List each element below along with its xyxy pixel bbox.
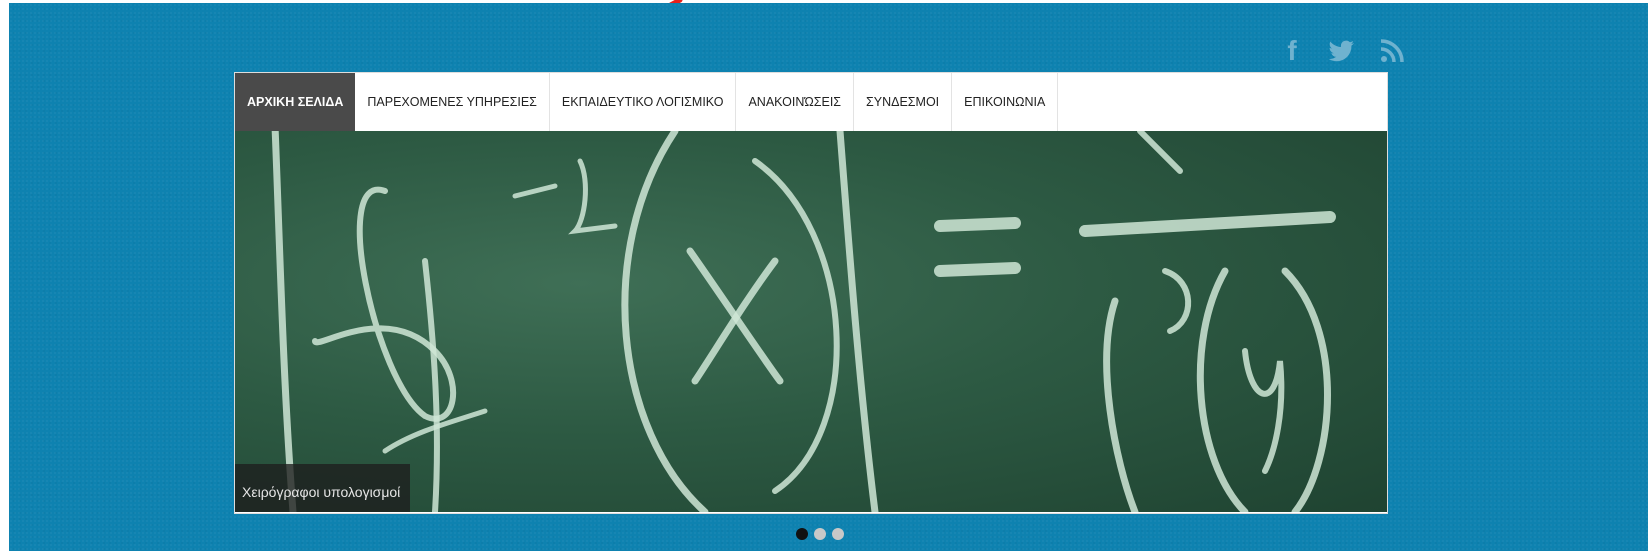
menu-item-services[interactable]: ΠΑΡΕΧΟΜΕΝΕΣ ΥΠΗΡΕΣΙΕΣ [355,73,550,131]
page: f ΑΡΧΙΚΗ ΣΕΛΙΔΑ ΠΑΡΕΧΟΜΕΝΕΣ ΥΠΗΡΕΣΙΕΣ ΕΚ… [0,0,1648,551]
main-menu: ΑΡΧΙΚΗ ΣΕΛΙΔΑ ΠΑΡΕΧΟΜΕΝΕΣ ΥΠΗΡΕΣΙΕΣ ΕΚΠΑ… [235,73,1387,131]
slide-caption: Χειρόγραφοι υπολογισμοί [235,464,411,512]
slider-dot[interactable] [832,528,844,540]
menu-item-educational-software[interactable]: ΕΚΠΑΙΔΕΥΤΙΚΟ ΛΟΓΙΣΜΙΚΟ [550,73,737,131]
rss-icon[interactable] [1379,38,1405,64]
facebook-icon[interactable]: f [1279,37,1305,65]
menu-item-announcements[interactable]: ΑΝΑΚΟΙΝΏΣΕΙΣ [736,73,855,131]
twitter-icon[interactable] [1329,38,1355,64]
menu-item-home[interactable]: ΑΡΧΙΚΗ ΣΕΛΙΔΑ [235,73,356,131]
menu-item-links[interactable]: ΣΥΝΔΕΣΜΟΙ [854,73,953,131]
menu-item-contact[interactable]: ΕΠΙΚΟΙΝΩΝΙΑ [952,73,1059,131]
social-links: f [1279,36,1405,66]
chalkboard-illustration [271,131,1336,512]
slider: ΑΡΧΙΚΗ ΣΕΛΙΔΑ ΠΑΡΕΧΟΜΕΝΕΣ ΥΠΗΡΕΣΙΕΣ ΕΚΠΑ… [234,72,1388,514]
slider-dot[interactable] [796,528,808,540]
slide-image: Χειρόγραφοι υπολογισμοί [235,131,1387,512]
slider-dot[interactable] [814,528,826,540]
slider-pagination [796,528,844,540]
